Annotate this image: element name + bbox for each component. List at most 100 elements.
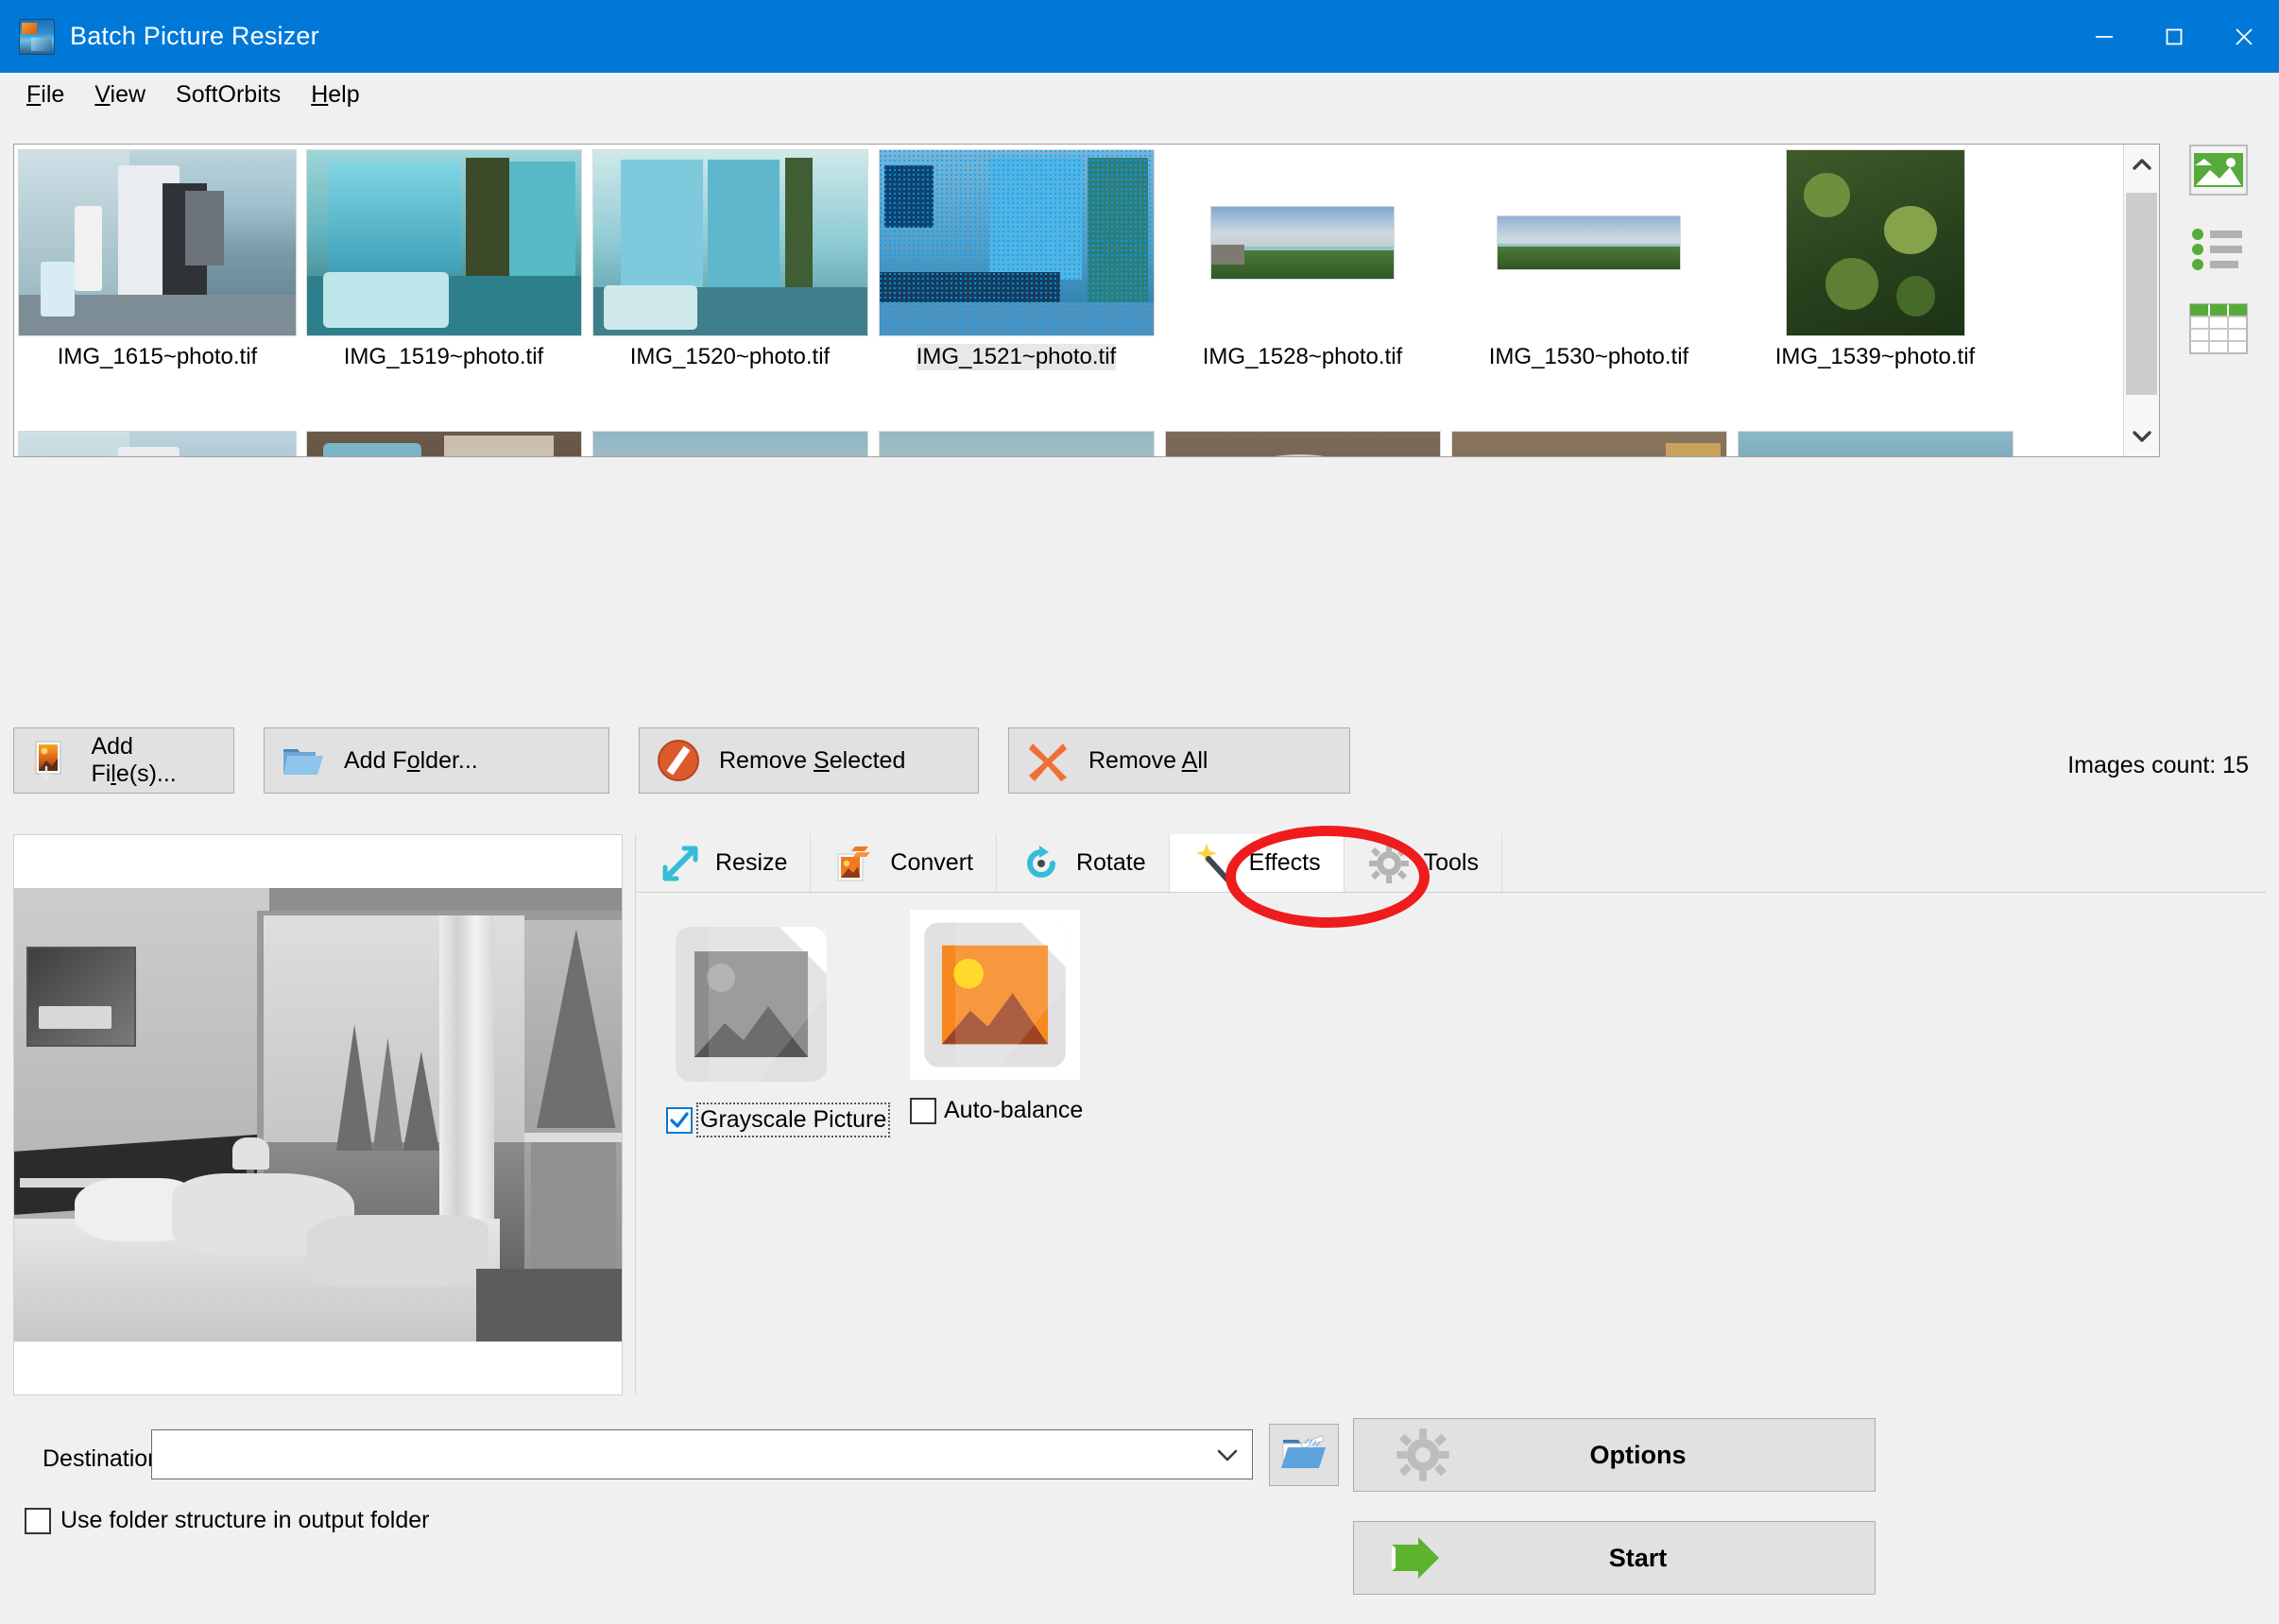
menu-bar: File View SoftOrbits Help xyxy=(0,73,2279,117)
list-item[interactable]: IMG_1519~photo.tif xyxy=(300,148,587,370)
view-mode-toolbar xyxy=(2171,144,2266,355)
list-item[interactable]: IMG_1707~photo.tif xyxy=(1159,430,1446,456)
add-picture-icon xyxy=(29,737,74,784)
remove-all-label: Remove All xyxy=(1088,746,1208,774)
start-button[interactable]: Start xyxy=(1353,1521,1876,1595)
chevron-up-icon[interactable] xyxy=(2125,147,2159,181)
list-item[interactable]: IMG_1539~photo.tif xyxy=(1732,148,2018,370)
tab-rotate[interactable]: Rotate xyxy=(996,834,1170,892)
folder-icon xyxy=(280,737,327,784)
autobalance-checkbox[interactable] xyxy=(910,1097,936,1124)
table-grid-icon[interactable] xyxy=(2187,302,2250,355)
grayscale-checkbox[interactable] xyxy=(666,1106,693,1134)
list-item[interactable]: IMG_1615~photo.tif xyxy=(14,430,300,456)
remove-selected-button[interactable]: Remove Selected xyxy=(639,727,979,794)
scrollbar-thumb[interactable] xyxy=(2126,193,2157,395)
list-item[interactable]: IMG_1650~photo.tif xyxy=(587,430,873,456)
use-folder-structure-checkbox[interactable] xyxy=(25,1507,51,1534)
grayscale-image-icon[interactable] xyxy=(666,919,836,1089)
picture-icon[interactable] xyxy=(2187,144,2250,197)
file-action-toolbar: Add File(s)... Add Folder... Remove Sele… xyxy=(13,727,1350,794)
thumbnail-grid[interactable]: IMG_1615~photo.tif IMG_1519~photo.tif IM… xyxy=(14,145,2123,456)
add-files-button[interactable]: Add File(s)... xyxy=(13,727,234,794)
minimize-button[interactable] xyxy=(2069,0,2139,73)
x-cross-icon xyxy=(1024,737,1071,784)
selection-overlay xyxy=(879,150,1154,335)
add-files-label: Add File(s)... xyxy=(91,733,177,787)
gear-icon xyxy=(1388,1427,1458,1483)
autobalance-label: Auto-balance xyxy=(944,1097,1084,1123)
destination-label: Destination xyxy=(43,1445,162,1472)
menu-item-softorbits[interactable]: SoftOrbits xyxy=(161,79,296,111)
start-label: Start xyxy=(1608,1543,1668,1572)
list-item-label: IMG_1520~photo.tif xyxy=(629,344,831,369)
window-title: Batch Picture Resizer xyxy=(70,22,319,50)
green-arrow-icon xyxy=(1388,1530,1458,1586)
title-bar: Batch Picture Resizer xyxy=(0,0,2279,73)
list-item-label: IMG_1539~photo.tif xyxy=(1774,344,1976,369)
use-folder-structure-row[interactable]: Use folder structure in output folder xyxy=(25,1507,429,1534)
effects-options-area: Grayscale Picture Auto-balance xyxy=(636,893,2266,1395)
tab-effects[interactable]: Effects xyxy=(1169,834,1345,892)
window-controls xyxy=(2069,0,2279,73)
tab-resize[interactable]: Resize xyxy=(636,834,812,892)
open-folder-icon xyxy=(1280,1432,1328,1479)
magic-wand-icon xyxy=(1192,841,1236,884)
list-item[interactable]: IMG_1623~photo.tif xyxy=(300,430,587,456)
tab-resize-label: Resize xyxy=(715,849,788,876)
tab-convert-label: Convert xyxy=(890,849,973,876)
tab-convert[interactable]: Convert xyxy=(811,834,997,892)
no-entry-icon xyxy=(655,737,702,784)
list-item-label: IMG_1530~photo.tif xyxy=(1488,344,1689,369)
options-button[interactable]: Options xyxy=(1353,1418,1876,1492)
color-image-icon[interactable] xyxy=(910,910,1080,1080)
bullet-list-icon[interactable] xyxy=(2187,223,2250,276)
autobalance-checkbox-row[interactable]: Auto-balance xyxy=(910,1097,1083,1124)
convert-image-icon xyxy=(833,842,877,885)
grayscale-effect-option[interactable]: Grayscale Picture xyxy=(666,919,891,1137)
list-item[interactable]: IMG_1708~photo.tif xyxy=(1446,430,1732,456)
list-item[interactable]: IMG_1615~photo.tif xyxy=(14,148,300,370)
tab-strip: Resize Convert Rotate Effects Tools xyxy=(636,834,2266,893)
add-folder-button[interactable]: Add Folder... xyxy=(264,727,609,794)
browse-folder-button[interactable] xyxy=(1269,1424,1339,1486)
list-item[interactable]: IMG_1528~photo.tif xyxy=(1159,148,1446,370)
rotate-arrow-icon xyxy=(1020,842,1063,885)
use-folder-structure-label: Use folder structure in output folder xyxy=(60,1507,430,1533)
list-item[interactable]: IMG_1520~photo.tif xyxy=(587,148,873,370)
menu-item-file[interactable]: File xyxy=(11,79,79,111)
add-folder-label: Add Folder... xyxy=(344,746,478,774)
list-item-selected[interactable]: IMG_1521~photo.tif xyxy=(873,148,1159,370)
preview-panel xyxy=(13,834,623,1395)
grayscale-label: Grayscale Picture xyxy=(695,1103,891,1137)
grayscale-checkbox-row[interactable]: Grayscale Picture xyxy=(666,1103,891,1137)
list-item[interactable]: IMG_1652~photo.tif xyxy=(873,430,1159,456)
resize-arrows-icon xyxy=(659,842,702,885)
grayscale-bedroom-preview xyxy=(14,888,622,1342)
tab-tools-label: Tools xyxy=(1423,849,1479,876)
chevron-down-icon[interactable] xyxy=(1203,1446,1252,1463)
file-list-panel[interactable]: IMG_1615~photo.tif IMG_1519~photo.tif IM… xyxy=(13,144,2160,457)
list-item[interactable]: IMG_1774~photo.tif xyxy=(1732,430,2018,456)
options-label: Options xyxy=(1589,1440,1687,1469)
images-count-label: Images count: 15 xyxy=(2067,752,2249,778)
settings-tab-panel: Resize Convert Rotate Effects Tools Gray… xyxy=(635,834,2266,1395)
chevron-down-icon[interactable] xyxy=(2125,419,2159,453)
app-icon xyxy=(19,18,55,55)
list-item-label: IMG_1519~photo.tif xyxy=(343,344,544,369)
file-list-scrollbar[interactable] xyxy=(2123,145,2159,456)
close-button[interactable] xyxy=(2209,0,2279,73)
autobalance-effect-option[interactable]: Auto-balance xyxy=(910,910,1083,1124)
destination-combobox[interactable] xyxy=(151,1429,1253,1479)
list-item[interactable]: IMG_1530~photo.tif xyxy=(1446,148,1732,370)
menu-item-view[interactable]: View xyxy=(79,79,161,111)
list-item-label: IMG_1521~photo.tif xyxy=(916,344,1117,370)
remove-all-button[interactable]: Remove All xyxy=(1008,727,1350,794)
maximize-button[interactable] xyxy=(2139,0,2209,73)
scrollbar-track[interactable] xyxy=(2124,181,2159,419)
list-item-label: IMG_1615~photo.tif xyxy=(57,344,258,369)
tab-rotate-label: Rotate xyxy=(1075,849,1146,876)
menu-item-help[interactable]: Help xyxy=(296,79,374,111)
tab-tools[interactable]: Tools xyxy=(1344,834,1502,892)
list-item-label: IMG_1528~photo.tif xyxy=(1202,344,1403,369)
